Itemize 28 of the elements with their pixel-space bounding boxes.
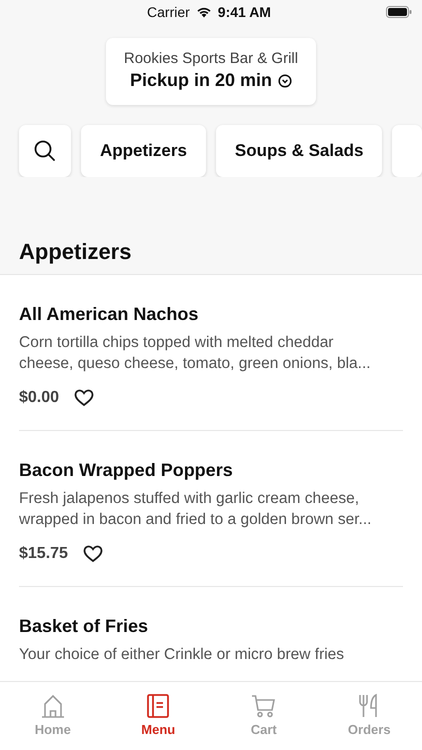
heart-icon[interactable] (82, 545, 103, 563)
restaurant-name: Rookies Sports Bar & Grill (124, 50, 298, 67)
search-button[interactable] (19, 125, 71, 177)
item-description: Your choice of either Crinkle or micro brew fries (19, 645, 346, 665)
battery-icon (386, 6, 412, 18)
item-description: Fresh jalapenos stuffed with garlic cream cheese, wrapped in bacon and fried to a golden brown ser... (19, 489, 372, 530)
menu-item[interactable]: All American Nachos Corn tortilla chips topped with melted cheddar cheese, queso cheese, tomato, green onions, bla... $0.00 (19, 275, 403, 431)
status-time: 9:41 AM (218, 4, 271, 20)
search-icon (33, 139, 57, 163)
pickup-time: Pickup in 20 min (130, 70, 272, 91)
menu-book-icon (145, 693, 172, 719)
cart-icon (250, 693, 277, 719)
item-name: All American Nachos (19, 304, 200, 325)
item-name: Bacon Wrapped Poppers (19, 460, 234, 481)
item-price: $0.00 (19, 389, 60, 407)
menu-item[interactable]: Bacon Wrapped Poppers Fresh jalapenos stuffed with garlic cream cheese, wrapped in bacon and fried to a golden brown ser... $15.75 (19, 431, 403, 587)
category-tab[interactable]: Soups & Salads (216, 125, 382, 177)
wifi-icon (196, 6, 212, 18)
heart-icon[interactable] (74, 389, 94, 407)
tab-bar-item[interactable]: Menu (106, 682, 211, 750)
location-card[interactable]: Rookies Sports Bar & Grill Pickup in 20 min (106, 38, 316, 105)
chevron-down-icon (278, 74, 292, 88)
item-price: $15.75 (19, 545, 68, 563)
carrier-label: Carrier (147, 4, 190, 20)
home-icon (40, 693, 66, 719)
item-name: Basket of Fries (19, 616, 150, 637)
category-tab[interactable]: Appetizers (81, 125, 206, 177)
item-description: Corn tortilla chips topped with melted cheddar cheese, queso cheese, tomato, green onions, bla... (19, 333, 372, 374)
